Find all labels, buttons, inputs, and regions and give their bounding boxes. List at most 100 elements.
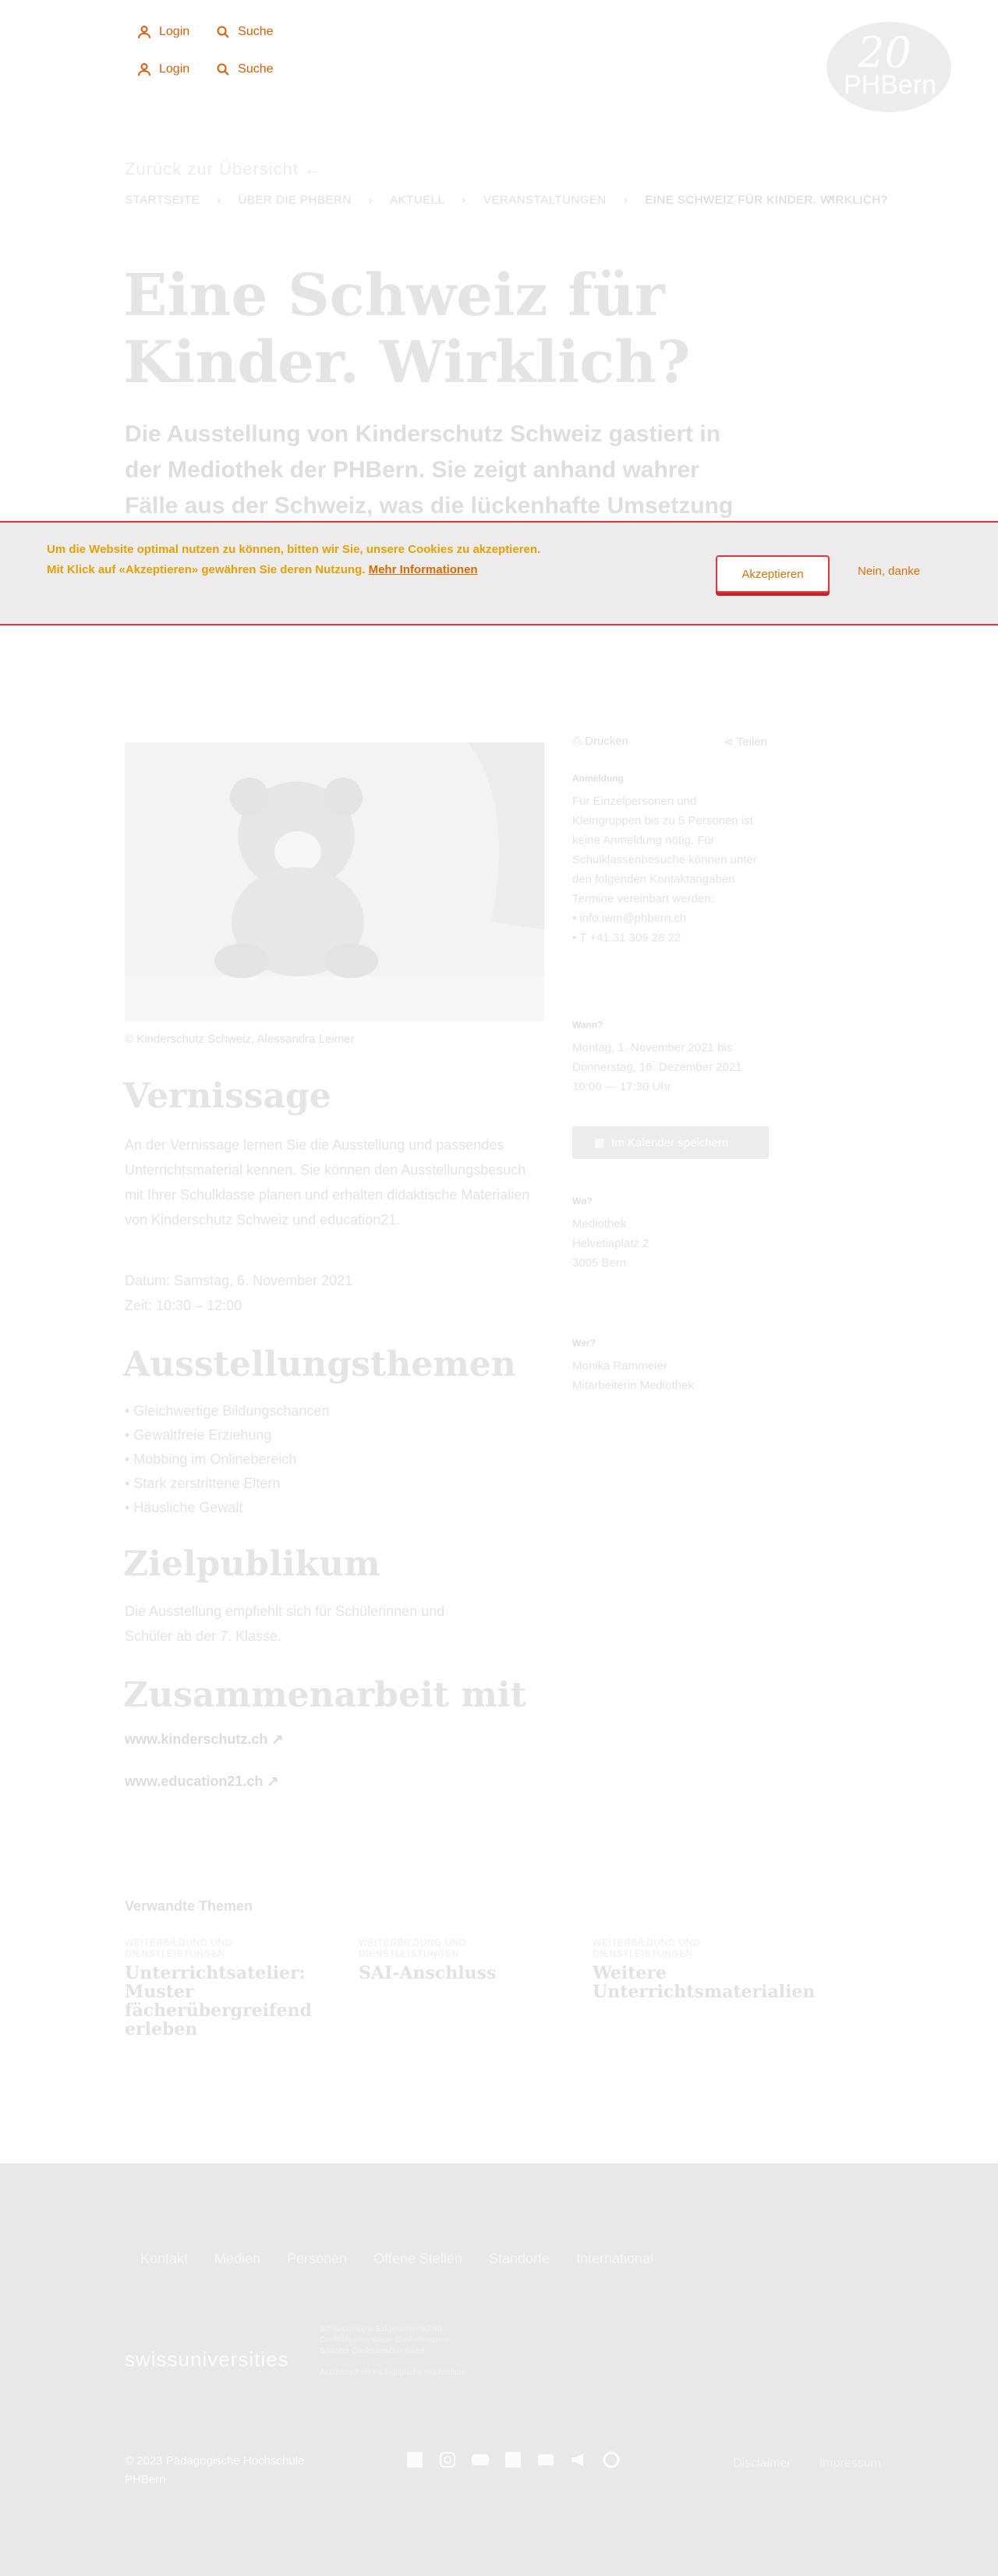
login-label: Login [159, 62, 190, 76]
when-block: Wann? Montag, 1. November 2021 bis Donne… [572, 1015, 775, 1097]
related-card[interactable]: WEITERBILDUNG UND DIENSTLEISTUNGEN Weite… [593, 1937, 816, 2002]
related-card[interactable]: WEITERBILDUNG UND DIENSTLEISTUNGEN SAI-A… [359, 1937, 569, 1982]
save-to-calendar-button[interactable]: ▦ Im Kalender speichern [572, 1126, 769, 1159]
footer-nav-item[interactable]: Medien [214, 2251, 260, 2267]
printer-icon: ⎙ [572, 735, 586, 748]
footer-nav: Kontakt Medien Personen Offene Stellen S… [140, 2251, 653, 2267]
print-button[interactable]: ⎙ Drucken [572, 735, 628, 749]
swissuniversities-logo[interactable]: swissuniversities [125, 2347, 289, 2372]
accept-cookies-button[interactable]: Akzeptieren [716, 555, 830, 593]
image-credit: © Kinderschutz Schweiz, Alessandra Leime… [125, 1033, 355, 1046]
vernissage-date: Datum: Samstag, 6. November 2021 [125, 1273, 353, 1288]
decline-cookies-button[interactable]: Nein, danke [858, 565, 920, 578]
share-button[interactable]: ⋖ Teilen [724, 735, 767, 749]
search-link[interactable]: Suche [216, 25, 274, 39]
related-card-category: WEITERBILDUNG UND DIENSTLEISTUNGEN [593, 1937, 700, 1959]
related-card-title: SAI-Anschluss [359, 1963, 497, 1983]
close-icon[interactable]: × [826, 190, 836, 208]
legal-links: Disclaimer Impressum [733, 2457, 881, 2471]
imprint-link[interactable]: Impressum [819, 2457, 881, 2471]
cookie-text: Um die Website optimal nutzen zu können,… [47, 540, 561, 580]
utility-row-1: Login Suche [137, 25, 274, 39]
when-date: Montag, 1. November 2021 bis Donnerstag,… [572, 1041, 742, 1074]
who-label: Wer? [572, 1338, 596, 1348]
breadcrumb-separator: › [217, 193, 221, 207]
related-card[interactable]: WEITERBILDUNG UND DIENSTLEISTUNGEN Unter… [125, 1937, 335, 2039]
login-link[interactable]: Login [137, 25, 189, 39]
registration-block: Anmeldung Für Einzelpersonen und Kleingr… [572, 769, 767, 948]
calendar-icon: ▦ [594, 1136, 606, 1150]
related-card-category: WEITERBILDUNG UND DIENSTLEISTUNGEN [359, 1937, 466, 1959]
when-time: 10:00 — 17:30 Uhr [572, 1080, 671, 1093]
vernissage-text: An der Vernissage lernen Sie die Ausstel… [125, 1137, 530, 1228]
kinderschutz-link[interactable]: www.kinderschutz.ch ↗ [125, 1731, 283, 1748]
linkedin-icon[interactable] [504, 2450, 522, 2469]
registration-label: Anmeldung [572, 773, 624, 784]
audience-heading: Zielpublikum [123, 1544, 380, 1584]
themes-heading: Ausstellungsthemen [123, 1345, 516, 1384]
google-icon[interactable] [602, 2450, 621, 2469]
disclaimer-link[interactable]: Disclaimer [733, 2457, 791, 2471]
list-item: • Gleichwertige Bildungschancen [125, 1403, 330, 1419]
themes-list: • Gleichwertige Bildungschancen • Gewalt… [125, 1399, 329, 1520]
breadcrumb-item[interactable]: STARTSEITE [125, 193, 200, 207]
newsletter-icon[interactable] [536, 2450, 555, 2469]
share-icon: ⋖ [724, 735, 737, 749]
where-label: Wo? [572, 1196, 593, 1207]
youtube-icon[interactable] [471, 2450, 490, 2469]
cookie-text-line1: Um die Website optimal nutzen zu können,… [47, 543, 541, 556]
breadcrumb-item[interactable]: VERANSTALTUNGEN [483, 193, 607, 207]
footer-nav-item[interactable]: International [576, 2251, 653, 2267]
search-icon [217, 26, 229, 38]
login-label: Login [159, 25, 190, 38]
login-link-2[interactable]: Login [137, 62, 189, 76]
search-label: Suche [238, 62, 274, 76]
phone-link[interactable]: • T +41 31 309 28 22 [572, 928, 767, 948]
footer-nav-item[interactable]: Personen [287, 2251, 347, 2267]
phbern-logo[interactable]: 20 PHBern [826, 22, 951, 112]
list-item: • Mobbing im Onlinebereich [125, 1451, 297, 1467]
who-block: Wer? Monika Rammeier Mitarbeiterin Medio… [572, 1334, 775, 1395]
breadcrumb-separator: › [368, 193, 373, 207]
sidebar-actions: ⎙ Drucken ⋖ Teilen [572, 735, 767, 749]
where-line: 3005 Bern [572, 1256, 627, 1270]
breadcrumb-item[interactable]: AKTUELL [390, 193, 444, 207]
search-link-2[interactable]: Suche [216, 62, 274, 76]
related-card-title: Weitere Unterrichtsmaterialien [593, 1963, 816, 2002]
search-label: Suche [238, 25, 274, 38]
page-title: Eine Schweiz für Kinder. Wirklich? [123, 262, 691, 396]
utility-row-2: Login Suche [137, 62, 274, 76]
footer-nav-item[interactable]: Kontakt [140, 2251, 188, 2267]
where-line: Mediothek [572, 1217, 627, 1231]
audience-text: Die Ausstellung empfiehlt sich für Schül… [125, 1603, 445, 1644]
who-line: Mitarbeiterin Mediothek [572, 1379, 694, 1392]
when-label: Wann? [572, 1019, 603, 1030]
related-card-category: WEITERBILDUNG UND DIENSTLEISTUNGEN [125, 1937, 232, 1959]
megaphone-icon[interactable] [569, 2450, 588, 2469]
user-icon [138, 26, 150, 39]
more-information-link[interactable]: Mehr Informationen [369, 563, 478, 576]
user-icon [138, 63, 150, 76]
related-card-title: Unterrichtsatelier: Muster fächerübergre… [125, 1963, 312, 2039]
footer-nav-item[interactable]: Offene Stellen [373, 2251, 462, 2267]
copyright: © 2023 Pädagogische Hochschule PHBern [125, 2454, 305, 2486]
registration-text: Für Einzelpersonen und Kleingruppen bis … [572, 795, 757, 905]
breadcrumb-current: EINE SCHWEIZ FÜR KINDER. WIRKLICH? [645, 193, 888, 207]
breadcrumb-separator: › [623, 193, 628, 207]
list-item: • Häusliche Gewalt [125, 1500, 243, 1515]
vernissage-heading: Vernissage [123, 1076, 331, 1116]
social-links [405, 2450, 621, 2469]
where-line: Helvetiaplatz 2 [572, 1237, 649, 1250]
breadcrumb-item[interactable]: ÜBER DIE PHBERN [239, 193, 352, 207]
list-item: • Stark zerstrittene Eltern [125, 1476, 281, 1491]
education21-link[interactable]: www.education21.ch ↗ [125, 1773, 278, 1790]
facebook-icon[interactable] [405, 2450, 424, 2469]
list-item: • Gewaltfreie Erziehung [125, 1427, 272, 1443]
back-to-overview-link[interactable]: Zurück zur Übersicht ← [125, 159, 322, 179]
cookie-banner: Um die Website optimal nutzen zu können,… [0, 521, 998, 625]
email-link[interactable]: • info.iwm@phbern.ch [572, 909, 767, 928]
logo-brand: PHBern [844, 70, 937, 100]
footer-nav-item[interactable]: Standorte [489, 2251, 550, 2267]
instagram-icon[interactable] [438, 2450, 457, 2469]
search-icon [217, 63, 229, 76]
